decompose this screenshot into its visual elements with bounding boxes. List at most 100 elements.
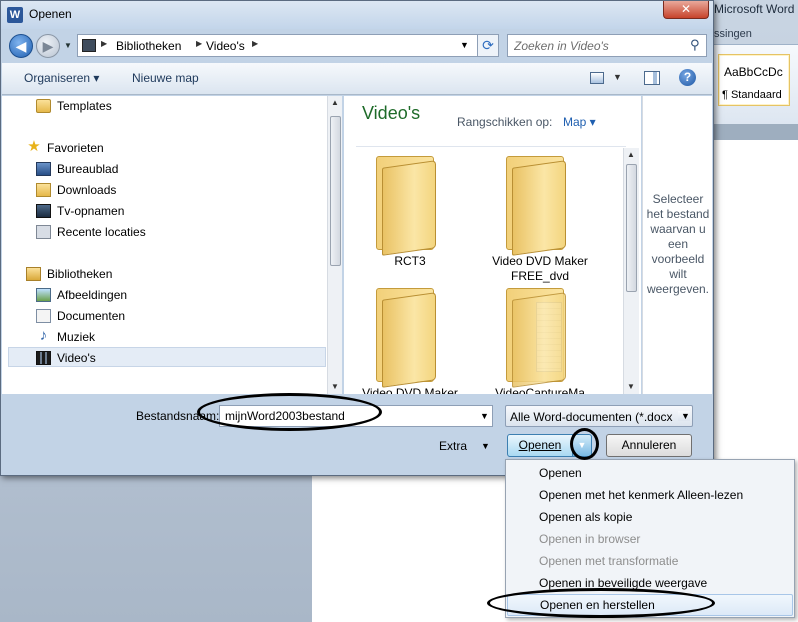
folder-item[interactable]: VideoCaptureMa — [480, 288, 600, 394]
breadcrumb-videos[interactable]: Video's — [206, 39, 245, 53]
breadcrumb-separator[interactable]: ▶ — [196, 39, 202, 48]
folder-label: Video DVD Maker — [362, 386, 458, 394]
file-type-label: Alle Word-documenten (*.docx — [510, 410, 673, 424]
filename-input[interactable] — [220, 406, 470, 426]
folder-label: RCT3 — [394, 254, 426, 268]
chevron-down-icon[interactable]: ▼ — [481, 441, 490, 451]
forward-icon[interactable]: ▶ — [36, 34, 60, 58]
nav-item-templates[interactable]: Templates — [36, 96, 316, 117]
tools-button[interactable]: Extra — [439, 439, 467, 453]
nav-item-pictures[interactable]: Afbeeldingen — [36, 285, 316, 306]
star-icon: ★ — [27, 138, 41, 155]
folder-icon — [36, 99, 51, 113]
menu-item-open-in-browser: Openen in browser — [539, 532, 641, 546]
recent-places-icon — [36, 225, 51, 239]
nav-scrollbar[interactable]: ▲ ▼ — [327, 96, 342, 394]
nav-item-libraries[interactable]: Bibliotheken — [26, 264, 316, 285]
folder-item[interactable]: Video DVD Maker — [350, 288, 470, 394]
view-dropdown[interactable]: ▼ — [613, 72, 622, 82]
close-button[interactable]: ✕ — [663, 1, 709, 19]
menu-item-open-protected-view[interactable]: Openen in beveiligde weergave — [507, 572, 793, 594]
nav-item-videos[interactable]: Video's — [36, 348, 316, 369]
divider — [356, 146, 626, 147]
downloads-icon — [36, 183, 51, 197]
pictures-icon — [36, 288, 51, 302]
sort-dropdown[interactable]: Map ▾ — [563, 115, 596, 129]
nav-label: Bureaublad — [57, 162, 119, 176]
folder-icon — [376, 288, 436, 388]
desktop-icon — [36, 162, 51, 176]
toolbar: Organiseren ▾ Nieuwe map ▼ ? — [2, 63, 712, 95]
search-icon[interactable]: ⚲ — [690, 37, 700, 53]
nav-label: Tv-opnamen — [57, 204, 125, 218]
menu-item-open-read-only[interactable]: Openen met het kenmerk Alleen-lezen — [507, 484, 793, 506]
menu-item-open-and-repair[interactable]: Openen en herstellen — [507, 594, 793, 616]
navigation-pane: Templates ★ Favorieten Bureaublad Downlo… — [2, 96, 342, 394]
menu-item-open-as-copy[interactable]: Openen als kopie — [507, 506, 793, 528]
sort-label: Rangschikken op: — [457, 115, 553, 129]
back-icon[interactable]: ◀ — [9, 34, 33, 58]
scroll-up-arrow[interactable]: ▲ — [627, 150, 635, 159]
nav-item-downloads[interactable]: Downloads — [36, 180, 316, 201]
file-type-select[interactable]: Alle Word-documenten (*.docx ▼ — [505, 405, 693, 427]
word-app-icon: W — [7, 7, 23, 23]
video-icon — [36, 351, 51, 365]
word-ribbon-tab[interactable]: ssingen — [714, 28, 752, 40]
folder-item[interactable]: Video DVD Maker FREE_dvd — [480, 156, 600, 286]
nav-item-desktop[interactable]: Bureaublad — [36, 159, 316, 180]
content-scroll-thumb[interactable] — [626, 164, 637, 292]
menu-item-open[interactable]: Openen — [507, 462, 793, 484]
open-options-menu: Openen Openen met het kenmerk Alleen-lez… — [505, 459, 795, 618]
open-options-dropdown[interactable]: ▼ — [573, 434, 592, 457]
help-icon[interactable]: ? — [679, 69, 696, 86]
menu-item-open-with-transform: Openen met transformatie — [539, 554, 679, 568]
open-dialog: W Openen ✕ ◀ ▶ ▼ ▶ Bibliotheken ▶ Video'… — [0, 0, 714, 476]
recent-pages-dropdown[interactable]: ▼ — [64, 41, 72, 50]
nav-label: Recente locaties — [57, 225, 146, 239]
breadcrumb-separator[interactable]: ▶ — [101, 39, 107, 48]
nav-item-music[interactable]: ♪ Muziek — [36, 327, 316, 348]
dialog-title: Openen — [29, 7, 72, 21]
nav-label: Downloads — [57, 183, 117, 197]
address-dropdown[interactable]: ▼ — [460, 40, 469, 50]
preview-pane: Selecteer het bestand waarvan u een voor… — [642, 96, 712, 394]
tv-icon — [36, 204, 51, 218]
open-button[interactable]: Openen — [507, 434, 573, 457]
preview-pane-icon[interactable] — [644, 71, 660, 85]
content-scrollbar[interactable]: ▲ ▼ — [623, 148, 639, 394]
nav-item-recent-places[interactable]: Recente locaties — [36, 222, 316, 243]
organize-button[interactable]: Organiseren ▾ — [24, 71, 99, 85]
folder-item[interactable]: RCT3 — [350, 156, 470, 286]
word-title: Microsoft Word — [714, 2, 795, 16]
search-input[interactable] — [508, 35, 688, 56]
new-folder-button[interactable]: Nieuwe map — [132, 71, 199, 85]
nav-scroll-thumb[interactable] — [330, 116, 341, 266]
breadcrumb-separator[interactable]: ▶ — [252, 39, 258, 48]
filename-combobox[interactable]: ▼ — [219, 405, 493, 427]
style-standaard[interactable]: AaBbCcDc ¶ Standaard — [718, 54, 790, 106]
navigation-row: ◀ ▶ ▼ ▶ Bibliotheken ▶ Video's ▶ ▼ ⟳ ⚲ — [1, 29, 713, 63]
nav-item-favorites[interactable]: ★ Favorieten — [26, 138, 316, 159]
refresh-icon[interactable]: ⟳ — [477, 34, 499, 57]
scroll-down-arrow[interactable]: ▼ — [331, 382, 339, 391]
folder-icon — [506, 288, 566, 388]
nav-label: Muziek — [57, 330, 96, 344]
music-icon: ♪ — [39, 327, 48, 344]
dialog-titlebar[interactable]: W Openen ✕ — [1, 1, 713, 29]
style-name: ¶ Standaard — [722, 89, 782, 101]
style-sample: AaBbCcDc — [724, 65, 783, 79]
nav-item-documents[interactable]: Documenten — [36, 306, 316, 327]
breadcrumb-libraries[interactable]: Bibliotheken — [116, 39, 181, 53]
filename-dropdown[interactable]: ▼ — [480, 411, 489, 421]
view-icon[interactable] — [590, 72, 604, 84]
nav-item-tv-recordings[interactable]: Tv-opnamen — [36, 201, 316, 222]
scroll-up-arrow[interactable]: ▲ — [331, 98, 339, 107]
scroll-down-arrow[interactable]: ▼ — [627, 382, 635, 391]
nav-label: Afbeeldingen — [57, 288, 128, 302]
filename-label: Bestandsnaam: — [136, 409, 220, 423]
address-bar[interactable]: ▶ Bibliotheken ▶ Video's ▶ ▼ — [77, 34, 497, 57]
cancel-button[interactable]: Annuleren — [606, 434, 692, 457]
search-box[interactable]: ⚲ — [507, 34, 707, 57]
documents-icon — [36, 309, 51, 323]
libraries-icon — [26, 267, 41, 281]
